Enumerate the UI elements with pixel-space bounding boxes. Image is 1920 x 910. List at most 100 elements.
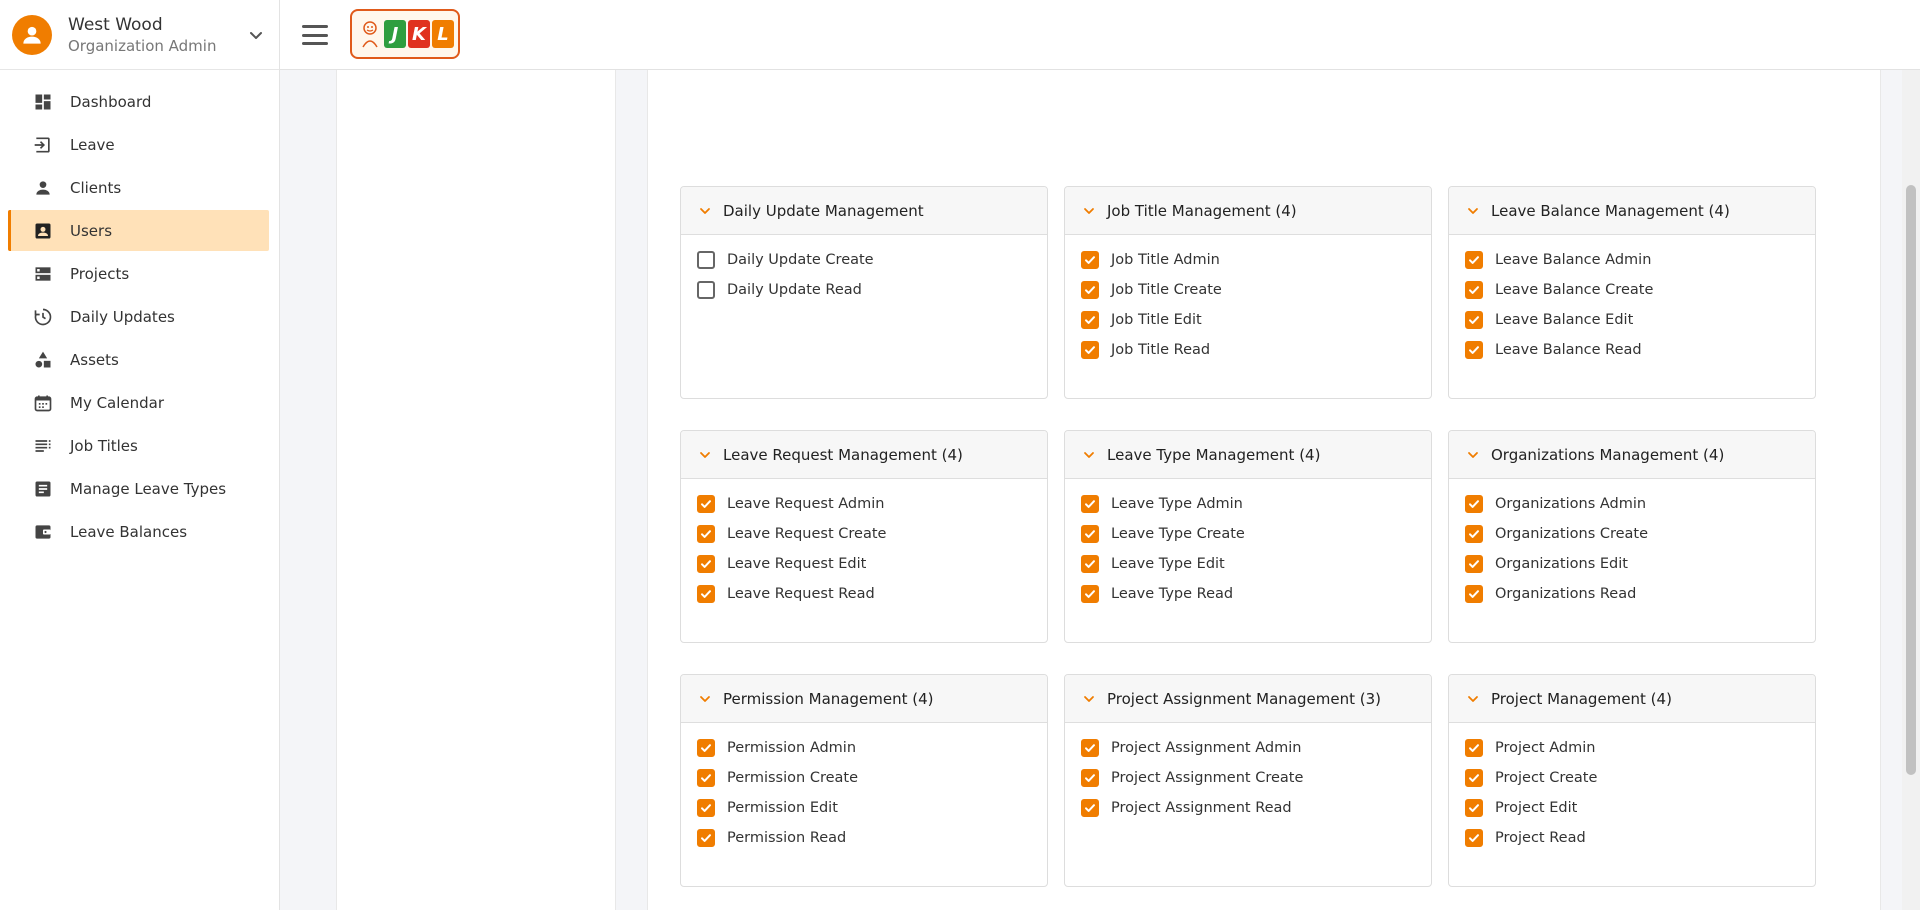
checkbox[interactable] (1081, 341, 1099, 359)
permission-checkbox-row[interactable]: Job Title Admin (1065, 245, 1431, 275)
checkbox[interactable] (1465, 799, 1483, 817)
user-profile[interactable]: West Wood Organization Admin (0, 0, 279, 70)
permission-checkbox-row[interactable]: Leave Type Read (1065, 579, 1431, 609)
sidebar-item-assets[interactable]: Assets (8, 339, 269, 380)
chevron-down-icon[interactable] (697, 691, 713, 707)
permission-checkbox-row[interactable]: Project Edit (1449, 793, 1815, 823)
permission-group-header[interactable]: Project Management (4) (1449, 675, 1815, 723)
permission-checkbox-row[interactable]: Project Create (1449, 763, 1815, 793)
checkbox[interactable] (1081, 251, 1099, 269)
permission-checkbox-row[interactable]: Project Assignment Read (1065, 793, 1431, 823)
checkbox[interactable] (1465, 739, 1483, 757)
permission-group-header[interactable]: Daily Update Management (681, 187, 1047, 235)
checkbox[interactable] (1081, 585, 1099, 603)
permission-checkbox-row[interactable]: Leave Request Create (681, 519, 1047, 549)
checkbox[interactable] (697, 525, 715, 543)
permission-checkbox-row[interactable]: Organizations Edit (1449, 549, 1815, 579)
chevron-down-icon[interactable] (697, 447, 713, 463)
app-logo[interactable]: JKL (350, 9, 460, 59)
permission-checkbox-row[interactable]: Leave Request Edit (681, 549, 1047, 579)
permission-checkbox-row[interactable]: Permission Edit (681, 793, 1047, 823)
hamburger-menu-icon[interactable] (300, 21, 330, 49)
checkbox[interactable] (1465, 281, 1483, 299)
chevron-down-icon[interactable] (1081, 203, 1097, 219)
permission-checkbox-row[interactable]: Leave Balance Edit (1449, 305, 1815, 335)
permission-checkbox-row[interactable]: Daily Update Read (681, 275, 1047, 305)
checkbox[interactable] (697, 585, 715, 603)
permission-checkbox-row[interactable]: Leave Request Admin (681, 489, 1047, 519)
permission-checkbox-row[interactable]: Permission Create (681, 763, 1047, 793)
permission-checkbox-row[interactable]: Project Admin (1449, 733, 1815, 763)
permission-checkbox-row[interactable]: Organizations Read (1449, 579, 1815, 609)
sidebar-item-leave[interactable]: Leave (8, 124, 269, 165)
checkbox[interactable] (1081, 799, 1099, 817)
checkbox[interactable] (1465, 311, 1483, 329)
sidebar-item-job-titles[interactable]: Job Titles (8, 425, 269, 466)
permission-checkbox-row[interactable]: Job Title Create (1065, 275, 1431, 305)
chevron-down-icon[interactable] (1081, 447, 1097, 463)
permission-checkbox-row[interactable]: Organizations Admin (1449, 489, 1815, 519)
sidebar-item-projects[interactable]: Projects (8, 253, 269, 294)
checkbox[interactable] (1081, 769, 1099, 787)
permission-checkbox-row[interactable]: Organizations Create (1449, 519, 1815, 549)
permission-checkbox-row[interactable]: Project Assignment Create (1065, 763, 1431, 793)
permission-group-header[interactable]: Leave Balance Management (4) (1449, 187, 1815, 235)
checkbox[interactable] (1081, 311, 1099, 329)
checkbox[interactable] (697, 281, 715, 299)
permission-checkbox-row[interactable]: Project Read (1449, 823, 1815, 853)
sidebar-item-clients[interactable]: Clients (8, 167, 269, 208)
checkbox[interactable] (1465, 829, 1483, 847)
permission-checkbox-row[interactable]: Leave Request Read (681, 579, 1047, 609)
scrollbar-thumb[interactable] (1906, 185, 1916, 775)
permission-checkbox-row[interactable]: Daily Update Create (681, 245, 1047, 275)
permission-checkbox-row[interactable]: Leave Balance Read (1449, 335, 1815, 365)
permission-group-header[interactable]: Leave Request Management (4) (681, 431, 1047, 479)
checkbox[interactable] (697, 799, 715, 817)
checkbox[interactable] (1081, 281, 1099, 299)
checkbox[interactable] (1465, 251, 1483, 269)
permission-checkbox-row[interactable]: Job Title Read (1065, 335, 1431, 365)
checkbox[interactable] (697, 829, 715, 847)
sidebar-item-leave-balances[interactable]: Leave Balances (8, 511, 269, 552)
permission-group-header[interactable]: Job Title Management (4) (1065, 187, 1431, 235)
checkbox[interactable] (1465, 495, 1483, 513)
checkbox[interactable] (697, 251, 715, 269)
checkbox[interactable] (1465, 769, 1483, 787)
chevron-down-icon[interactable] (244, 23, 268, 47)
checkbox[interactable] (697, 555, 715, 573)
checkbox[interactable] (1081, 525, 1099, 543)
permission-group-header[interactable]: Organizations Management (4) (1449, 431, 1815, 479)
checkbox[interactable] (1465, 525, 1483, 543)
chevron-down-icon[interactable] (1465, 691, 1481, 707)
checkbox[interactable] (1465, 585, 1483, 603)
chevron-down-icon[interactable] (1081, 691, 1097, 707)
permission-checkbox-row[interactable]: Job Title Edit (1065, 305, 1431, 335)
permission-checkbox-row[interactable]: Permission Admin (681, 733, 1047, 763)
permission-group-header[interactable]: Project Assignment Management (3) (1065, 675, 1431, 723)
checkbox[interactable] (1465, 341, 1483, 359)
sidebar-item-daily-updates[interactable]: Daily Updates (8, 296, 269, 337)
page-scrollbar[interactable] (1902, 70, 1920, 910)
sidebar-item-users[interactable]: Users (8, 210, 269, 251)
checkbox[interactable] (1081, 495, 1099, 513)
chevron-down-icon[interactable] (697, 203, 713, 219)
permission-group-header[interactable]: Leave Type Management (4) (1065, 431, 1431, 479)
checkbox[interactable] (697, 739, 715, 757)
checkbox[interactable] (697, 495, 715, 513)
checkbox[interactable] (1465, 555, 1483, 573)
permission-group-header[interactable]: Permission Management (4) (681, 675, 1047, 723)
permission-checkbox-row[interactable]: Leave Type Create (1065, 519, 1431, 549)
permission-checkbox-row[interactable]: Permission Read (681, 823, 1047, 853)
sidebar-item-manage-leave-types[interactable]: Manage Leave Types (8, 468, 269, 509)
permission-checkbox-row[interactable]: Project Assignment Admin (1065, 733, 1431, 763)
chevron-down-icon[interactable] (1465, 203, 1481, 219)
permission-checkbox-row[interactable]: Leave Balance Admin (1449, 245, 1815, 275)
sidebar-item-my-calendar[interactable]: My Calendar (8, 382, 269, 423)
checkbox[interactable] (697, 769, 715, 787)
chevron-down-icon[interactable] (1465, 447, 1481, 463)
checkbox[interactable] (1081, 555, 1099, 573)
permission-checkbox-row[interactable]: Leave Type Edit (1065, 549, 1431, 579)
permission-checkbox-row[interactable]: Leave Type Admin (1065, 489, 1431, 519)
sidebar-item-dashboard[interactable]: Dashboard (8, 81, 269, 122)
permission-checkbox-row[interactable]: Leave Balance Create (1449, 275, 1815, 305)
